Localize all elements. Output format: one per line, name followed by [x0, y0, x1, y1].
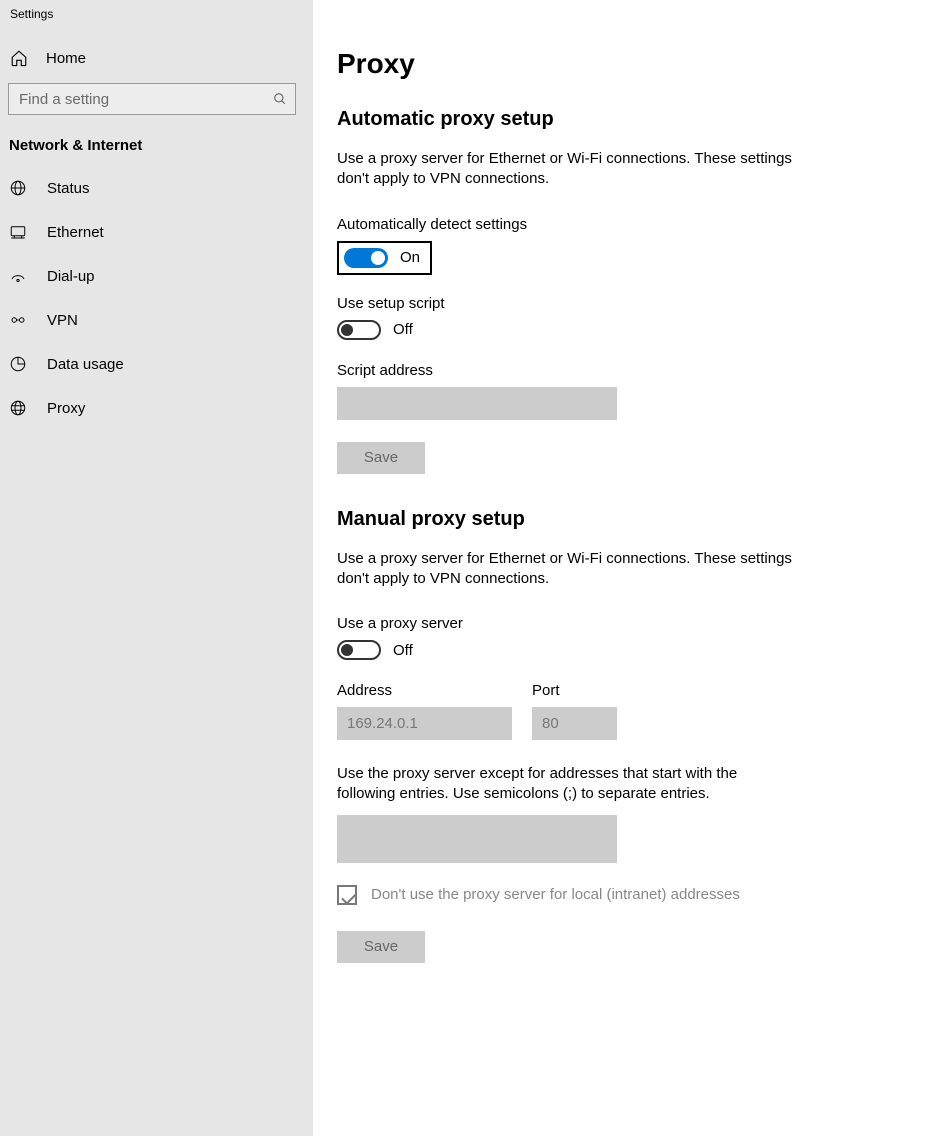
nav-label: Dial-up	[47, 268, 95, 285]
except-desc: Use the proxy server except for addresse…	[337, 764, 757, 805]
address-label: Address	[337, 682, 512, 699]
address-input[interactable]	[337, 707, 512, 740]
home-label: Home	[46, 50, 86, 67]
nav-item-datausage[interactable]: Data usage	[0, 342, 313, 386]
auto-detect-highlight: On	[337, 241, 432, 275]
use-proxy-label: Use a proxy server	[337, 615, 907, 632]
local-checkbox-label: Don't use the proxy server for local (in…	[371, 886, 740, 903]
auto-section-title: Automatic proxy setup	[337, 108, 907, 131]
auto-save-button[interactable]: Save	[337, 442, 425, 474]
nav-item-vpn[interactable]: VPN	[0, 298, 313, 342]
auto-detect-toggle[interactable]	[344, 248, 388, 268]
use-script-state: Off	[393, 321, 413, 338]
nav-item-dialup[interactable]: Dial-up	[0, 254, 313, 298]
use-proxy-state: Off	[393, 642, 413, 659]
section-header: Network & Internet	[0, 131, 313, 166]
search-wrap	[0, 77, 313, 131]
auto-detect-state: On	[400, 249, 420, 266]
search-input[interactable]	[19, 91, 259, 108]
home-icon	[10, 49, 28, 67]
search-icon	[273, 92, 287, 106]
local-checkbox[interactable]	[337, 885, 357, 905]
auto-detect-label: Automatically detect settings	[337, 216, 907, 233]
search-box[interactable]	[8, 83, 296, 115]
main-content: Proxy Automatic proxy setup Use a proxy …	[313, 0, 947, 1136]
manual-save-button[interactable]: Save	[337, 931, 425, 963]
except-textarea[interactable]	[337, 815, 617, 863]
nav-label: Data usage	[47, 356, 124, 373]
use-script-toggle[interactable]	[337, 320, 381, 340]
manual-desc: Use a proxy server for Ethernet or Wi-Fi…	[337, 549, 797, 590]
use-proxy-toggle[interactable]	[337, 640, 381, 660]
nav-label: VPN	[47, 312, 78, 329]
proxy-icon	[9, 399, 27, 417]
nav-label: Status	[47, 180, 90, 197]
auto-desc: Use a proxy server for Ethernet or Wi-Fi…	[337, 149, 797, 190]
dialup-icon	[9, 267, 27, 285]
vpn-icon	[9, 311, 27, 329]
script-address-input[interactable]	[337, 387, 617, 420]
manual-section-title: Manual proxy setup	[337, 508, 907, 531]
data-usage-icon	[9, 355, 27, 373]
use-script-label: Use setup script	[337, 295, 907, 312]
nav-item-proxy[interactable]: Proxy	[0, 386, 313, 430]
nav-label: Proxy	[47, 400, 85, 417]
sidebar: Settings Home Network & Internet Status …	[0, 0, 313, 1136]
nav-item-ethernet[interactable]: Ethernet	[0, 210, 313, 254]
app-title: Settings	[0, 3, 313, 39]
page-title: Proxy	[337, 48, 907, 80]
port-input[interactable]	[532, 707, 617, 740]
home-button[interactable]: Home	[0, 39, 313, 77]
globe-network-icon	[9, 179, 27, 197]
nav-item-status[interactable]: Status	[0, 166, 313, 210]
port-label: Port	[532, 682, 617, 699]
script-address-label: Script address	[337, 362, 907, 379]
nav-label: Ethernet	[47, 224, 104, 241]
ethernet-icon	[9, 223, 27, 241]
